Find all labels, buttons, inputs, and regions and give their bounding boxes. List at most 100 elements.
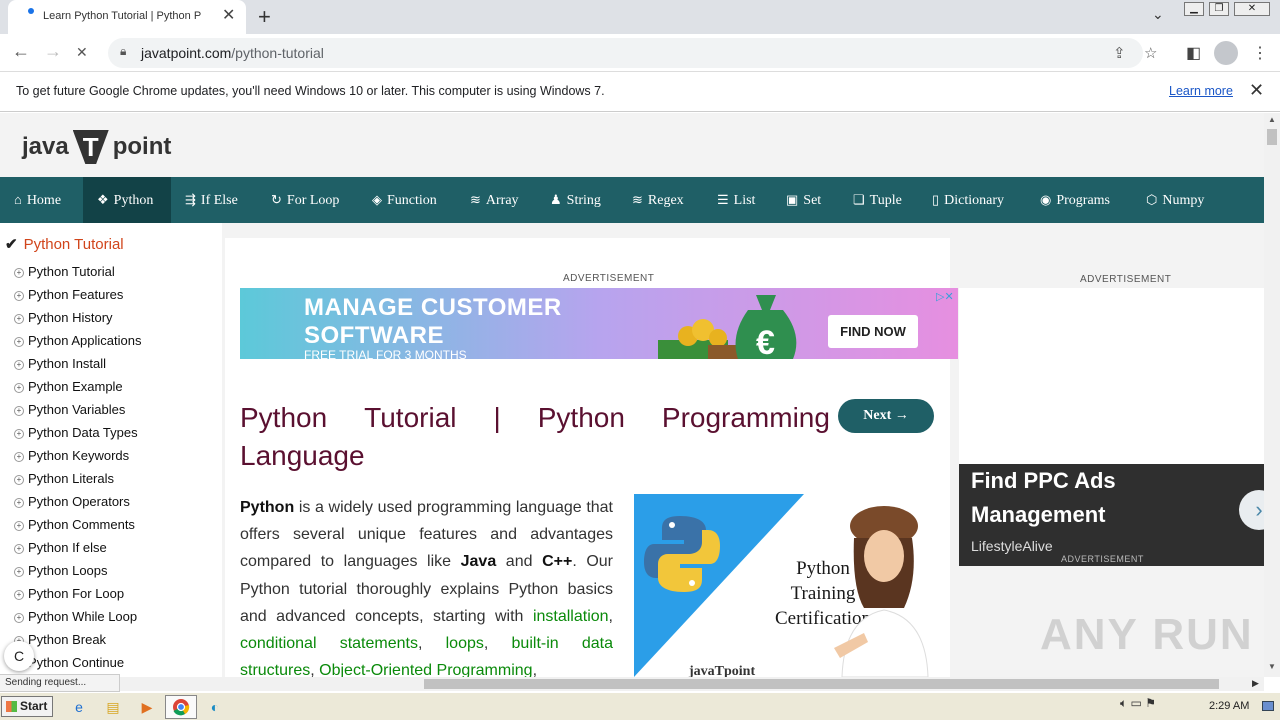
infobar-close-icon[interactable]: ✕ [1249, 80, 1264, 101]
sidebar-item-label: Python Keywords [28, 448, 130, 463]
learn-more-link[interactable]: Learn more [1169, 84, 1233, 98]
browser-tab[interactable]: Learn Python Tutorial | Python Programmi… [8, 0, 246, 34]
sidebar-item[interactable]: + Python Comments [14, 517, 135, 532]
menu-item-list[interactable]: ☰ List [703, 177, 755, 223]
tuple-icon: ❏ [853, 192, 865, 207]
horizontal-scrollbar[interactable]: ▶ [0, 677, 1264, 691]
title-word: Programming [661, 402, 830, 433]
sidebar-item[interactable]: + Python Literals [14, 471, 114, 486]
new-tab-button[interactable]: + [258, 4, 271, 30]
menu-item-home[interactable]: ⌂ Home [0, 177, 83, 223]
menu-label: List [733, 193, 756, 208]
volume-icon[interactable]: 🔈︎ [1120, 696, 1127, 710]
bullet-icon: + [14, 314, 24, 324]
media-player-icon[interactable]: ▶ [136, 697, 158, 717]
taskbar-clock[interactable]: 2:29 AM [1209, 700, 1249, 712]
tab-close-icon[interactable]: ✕ [222, 5, 235, 25]
vertical-scrollbar[interactable]: ▲ ▼ [1264, 113, 1280, 677]
menu-item-regex[interactable]: ≋ Regex [618, 177, 684, 223]
javatpoint-logo[interactable]: java T point [22, 129, 171, 165]
menu-item-for-loop[interactable]: ↻ For Loop [257, 177, 339, 223]
conditional-statements-link[interactable]: conditional statements [240, 635, 418, 652]
menu-item-set[interactable]: ▣ Set [772, 177, 821, 223]
share-icon[interactable]: ⇪ [1113, 44, 1126, 62]
menu-item-function[interactable]: ◈ Function [358, 177, 437, 223]
banner-ad[interactable]: MANAGE CUSTOMER SOFTWARE FREE TRIAL FOR … [240, 288, 958, 359]
scroll-down-icon[interactable]: ▼ [1268, 662, 1276, 671]
show-desktop-icon[interactable] [1262, 701, 1274, 711]
forward-arrow-icon[interactable]: → [44, 41, 62, 62]
next-button[interactable]: Next → [838, 399, 934, 433]
menu-item-tuple[interactable]: ❏ Tuple [839, 177, 902, 223]
sidebar-heading[interactable]: ✔ Python Tutorial [5, 235, 124, 253]
url-path: /python-tutorial [231, 45, 324, 61]
sidebar-item[interactable]: + Python History [14, 310, 113, 325]
sidebar-item[interactable]: + Python Features [14, 287, 123, 302]
oop-link[interactable]: Object-Oriented Programming [319, 662, 532, 677]
maximize-button[interactable]: ❐ [1209, 2, 1229, 16]
tab-search-chevron-icon[interactable]: ⌄ [1152, 6, 1164, 23]
sidebar-item[interactable]: + Python Applications [14, 333, 141, 348]
stop-loading-icon[interactable]: ✕ [76, 44, 88, 61]
sidebar-item[interactable]: + Python Install [14, 356, 106, 371]
menu-label: Dictionary [944, 193, 1005, 208]
scroll-thumb[interactable] [1267, 129, 1277, 145]
windows-flag-icon [6, 701, 17, 712]
menu-kebab-icon[interactable]: ⋮ [1252, 43, 1268, 63]
floating-c-button[interactable]: C [4, 641, 34, 671]
sidebar-item[interactable]: + Python Example [14, 379, 123, 394]
title-word: Python [240, 402, 328, 433]
scroll-up-icon[interactable]: ▲ [1268, 115, 1276, 124]
find-now-button[interactable]: FIND NOW [828, 315, 918, 348]
sidebar-item-label: Python Loops [28, 563, 108, 578]
menu-item-string[interactable]: ♟ String [536, 177, 601, 223]
sidebar-item[interactable]: + Python If else [14, 540, 107, 555]
side-ad[interactable]: Find PPC Ads Management LifestyleAlive A… [959, 288, 1264, 566]
sidebar-item[interactable]: + Python Operators [14, 494, 130, 509]
menu-item-dictionary[interactable]: ▯ Dictionary [918, 177, 1004, 223]
sidebar-item[interactable]: + Python Tutorial [14, 264, 115, 279]
sidebar-item[interactable]: + Python Loops [14, 563, 108, 578]
sidebar-item-label: Python Break [28, 632, 107, 647]
minimize-button[interactable]: ▁ [1184, 2, 1204, 16]
logo-left: java [22, 133, 69, 160]
sidebar-item[interactable]: + Python For Loop [14, 586, 124, 601]
menu-item-if-else[interactable]: ⇶ If Else [171, 177, 238, 223]
url-text[interactable]: javatpoint.com/python-tutorial [141, 45, 324, 61]
sidebar-item[interactable]: + Python Keywords [14, 448, 129, 463]
browser-toolbar: ← → ✕ 🔒︎ javatpoint.com/python-tutorial … [0, 34, 1280, 72]
sidebar-item[interactable]: + Python While Loop [14, 609, 137, 624]
scroll-right-icon[interactable]: ▶ [1252, 678, 1259, 689]
regex-icon: ≋ [632, 192, 643, 207]
menu-item-numpy[interactable]: ⬡ Numpy [1132, 177, 1204, 223]
start-button[interactable]: Start [1, 696, 53, 717]
address-bar[interactable]: 🔒︎ javatpoint.com/python-tutorial ⇪ ☆ [108, 38, 1157, 68]
adchoices-icon[interactable]: ▷✕ [936, 290, 954, 303]
network-icon[interactable]: ▭ [1131, 696, 1142, 710]
lock-icon[interactable]: 🔒︎ [120, 44, 126, 59]
menu-item-programs[interactable]: ◉ Programs [1026, 177, 1110, 223]
menu-item-python[interactable]: ❖ Python [83, 177, 171, 223]
ie-icon[interactable]: e [68, 697, 90, 717]
menu-label: Tuple [869, 193, 902, 208]
back-arrow-icon[interactable]: ← [12, 41, 30, 62]
chrome-taskbar-button[interactable] [165, 695, 197, 719]
edge-icon[interactable]: ◐ [204, 697, 226, 717]
window-close-button[interactable]: ✕ [1234, 2, 1270, 16]
menu-label: String [566, 193, 601, 208]
loops-link[interactable]: loops [446, 635, 484, 652]
menu-item-array[interactable]: ≋ Array [456, 177, 519, 223]
installation-link[interactable]: installation [533, 608, 609, 625]
action-center-flag-icon[interactable]: ⚑ [1145, 696, 1156, 710]
explorer-folder-icon[interactable]: ▤ [102, 697, 124, 717]
sidebar-item[interactable]: + Python Variables [14, 402, 125, 417]
profile-avatar[interactable] [1214, 41, 1238, 65]
side-panel-icon[interactable]: ◧ [1186, 43, 1201, 63]
system-tray[interactable]: 🔈︎ ▭ ⚑ [1120, 696, 1156, 711]
bookmark-star-icon[interactable]: ☆ [1144, 44, 1157, 62]
hscroll-thumb[interactable] [424, 679, 1219, 689]
menu-label: Regex [647, 193, 684, 208]
menu-label: Programs [1056, 193, 1111, 208]
bullet-icon: + [14, 613, 24, 623]
sidebar-item[interactable]: + Python Data Types [14, 425, 138, 440]
